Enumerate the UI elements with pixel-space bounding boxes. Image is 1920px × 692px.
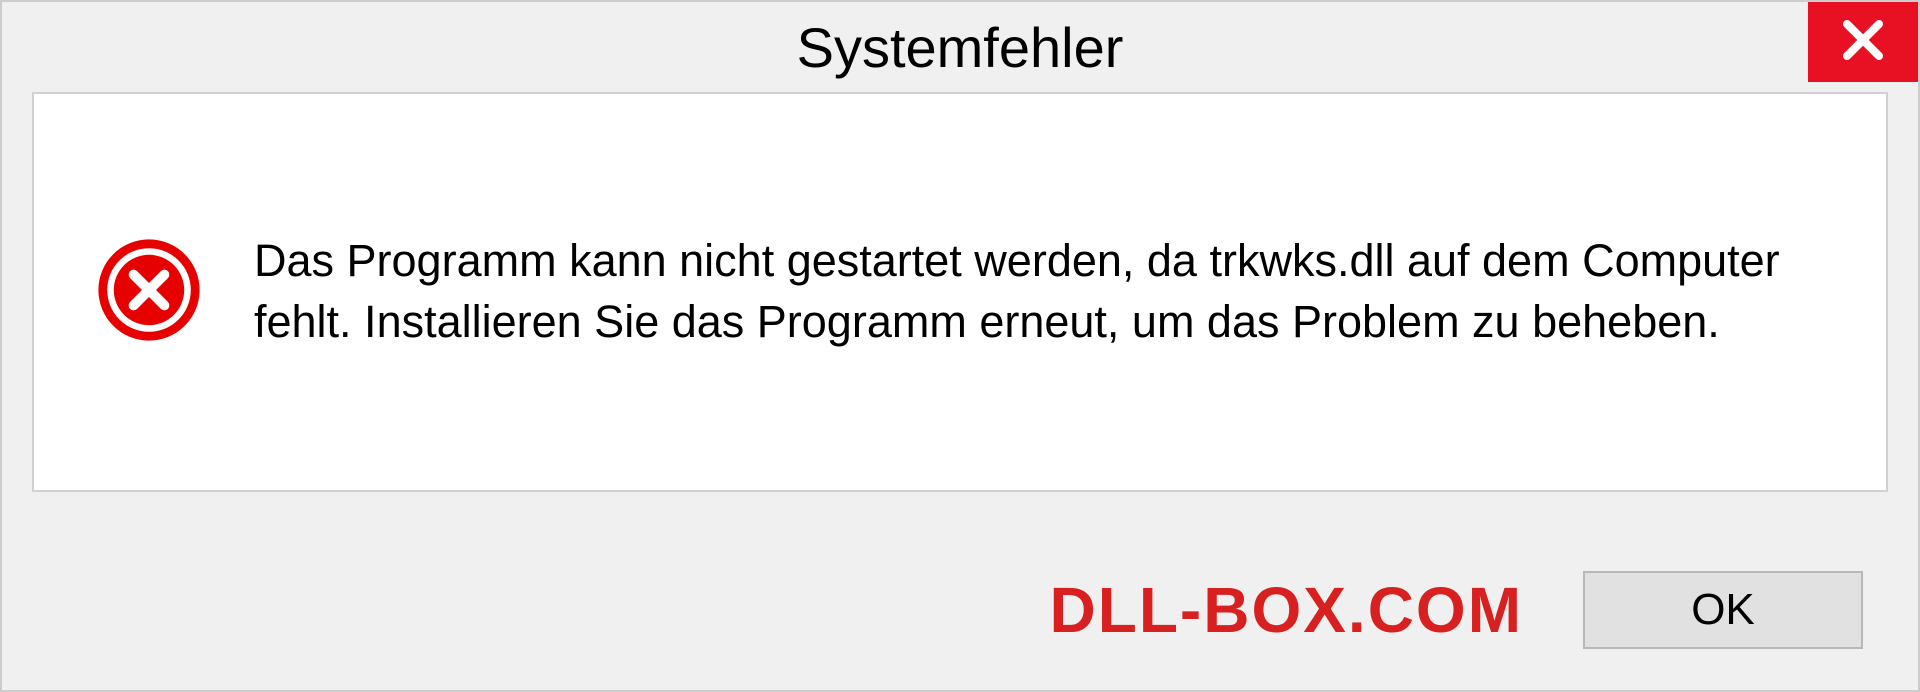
ok-button[interactable]: OK: [1583, 571, 1863, 649]
close-button[interactable]: [1808, 2, 1918, 82]
watermark-text: DLL-BOX.COM: [1050, 573, 1524, 647]
title-bar: Systemfehler: [2, 2, 1918, 92]
message-panel: Das Programm kann nicht gestartet werden…: [32, 92, 1888, 492]
close-icon: [1839, 16, 1887, 69]
dialog-footer: DLL-BOX.COM OK: [2, 530, 1918, 690]
error-icon: [94, 235, 204, 350]
ok-button-label: OK: [1691, 585, 1755, 635]
error-dialog: Systemfehler Das Programm kann nicht ges…: [0, 0, 1920, 692]
dialog-title: Systemfehler: [797, 15, 1124, 80]
error-message: Das Programm kann nicht gestartet werden…: [254, 231, 1826, 353]
